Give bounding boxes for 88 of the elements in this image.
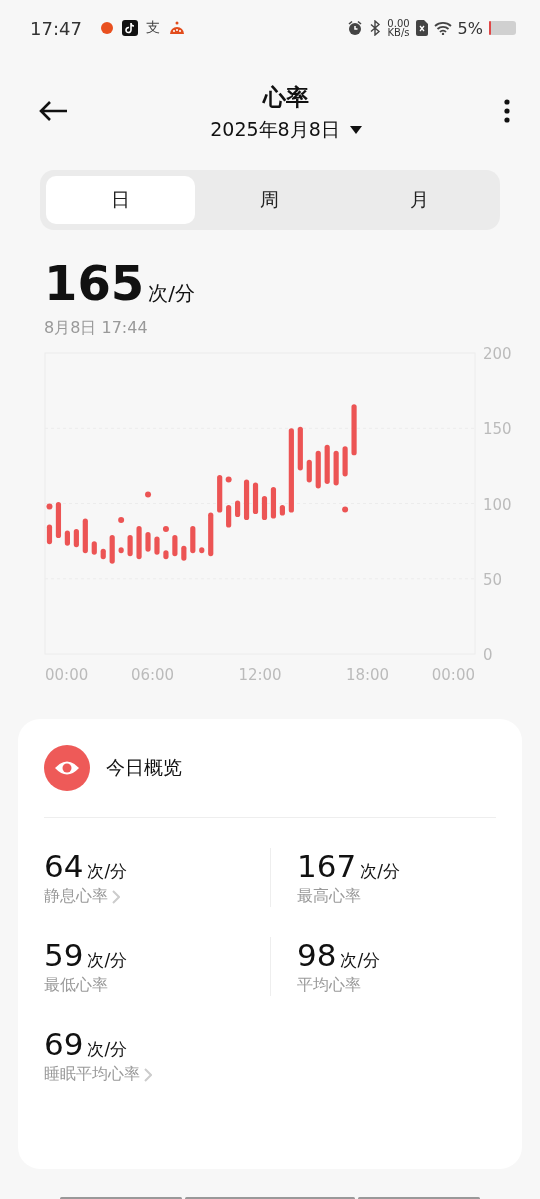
range-bar bbox=[333, 450, 339, 486]
range-bar bbox=[64, 530, 70, 546]
range-bar bbox=[136, 526, 142, 560]
battery-icon bbox=[489, 21, 516, 35]
y-axis-label: 0 bbox=[483, 646, 493, 664]
range-bar bbox=[163, 550, 169, 560]
x-axis-label: 06:00 bbox=[130, 666, 175, 684]
range-bar bbox=[100, 548, 106, 560]
range-bar bbox=[109, 535, 115, 564]
y-axis-label: 150 bbox=[483, 420, 512, 439]
range-bar bbox=[145, 532, 151, 552]
more-vertical-icon bbox=[504, 98, 510, 123]
range-bar bbox=[208, 512, 214, 557]
period-tab[interactable]: 周 bbox=[195, 176, 345, 224]
unit-label: 次/分 bbox=[148, 280, 195, 307]
heart-rate-value: 165 bbox=[44, 256, 145, 310]
data-point bbox=[225, 476, 232, 483]
clock-time: 17:47 bbox=[30, 17, 82, 39]
range-bar bbox=[172, 535, 178, 557]
x-axis-label: 18:00 bbox=[345, 666, 390, 684]
stat-value: 69 bbox=[44, 1026, 84, 1062]
date-picker[interactable]: 2025年8月8日 bbox=[210, 116, 362, 143]
network-speed: 0.00 bbox=[387, 19, 410, 28]
notification-glyph: 支 bbox=[145, 19, 160, 37]
network-speed-unit: KB/s bbox=[387, 28, 410, 37]
range-bar bbox=[82, 518, 88, 554]
y-axis-label: 100 bbox=[483, 495, 512, 514]
caret-icon bbox=[349, 125, 362, 134]
stat-value: 167 bbox=[297, 848, 357, 884]
app-notification-icon bbox=[99, 21, 114, 35]
x-axis-label: 00:00 bbox=[45, 666, 89, 684]
range-bar bbox=[118, 547, 124, 554]
range-bar bbox=[243, 479, 250, 521]
range-bar bbox=[351, 404, 357, 456]
stat-value: 59 bbox=[44, 937, 84, 973]
range-bar bbox=[199, 547, 205, 554]
range-bar bbox=[315, 450, 321, 489]
unit-label: 次/分 bbox=[87, 860, 128, 883]
range-bar bbox=[306, 459, 312, 483]
stat-value: 98 bbox=[297, 937, 337, 973]
stat-label: 最低心率 bbox=[44, 975, 108, 996]
page-title: 心率 bbox=[263, 82, 309, 112]
range-bar bbox=[127, 535, 133, 557]
music-note-icon bbox=[121, 20, 138, 36]
bluetooth-icon bbox=[369, 20, 382, 36]
range-bar bbox=[217, 474, 223, 513]
range-bar bbox=[226, 505, 232, 528]
period-tab[interactable]: 月 bbox=[344, 176, 494, 224]
x-axis-label: 00:00 bbox=[431, 666, 475, 684]
x-axis-label: 12:00 bbox=[238, 666, 282, 684]
range-bar bbox=[190, 526, 196, 554]
stat-value: 64 bbox=[44, 848, 84, 884]
range-bar bbox=[252, 482, 259, 515]
app-notification-icon bbox=[167, 20, 186, 36]
range-bar bbox=[181, 545, 187, 561]
data-point bbox=[118, 517, 125, 524]
measurement-time: 8月8日 17:44 bbox=[44, 318, 148, 339]
range-bar bbox=[261, 496, 268, 521]
wifi-icon bbox=[433, 21, 452, 35]
data-point bbox=[145, 491, 151, 498]
range-bar bbox=[154, 536, 160, 555]
stat-label: 最高心率 bbox=[297, 886, 361, 907]
range-bar bbox=[279, 505, 285, 516]
data-point bbox=[342, 506, 349, 513]
range-bar bbox=[46, 524, 53, 545]
range-bar bbox=[324, 444, 330, 484]
unit-label: 次/分 bbox=[87, 1038, 128, 1061]
range-bar bbox=[73, 529, 79, 548]
range-bar bbox=[55, 502, 62, 539]
stat-label: 平均心率 bbox=[297, 975, 361, 996]
section-title: 今日概览 bbox=[106, 755, 182, 780]
y-axis-label: 200 bbox=[483, 347, 512, 363]
alarm-clock-icon bbox=[347, 20, 364, 36]
battery-percent: 5% bbox=[457, 18, 483, 38]
data-point bbox=[46, 503, 53, 510]
unit-label: 次/分 bbox=[360, 860, 400, 883]
unit-label: 次/分 bbox=[340, 949, 381, 972]
range-bar bbox=[342, 446, 348, 477]
range-bar bbox=[91, 541, 97, 555]
eye-icon bbox=[44, 745, 90, 791]
data-point bbox=[162, 526, 169, 533]
sim-card-icon bbox=[415, 20, 428, 36]
range-bar bbox=[270, 486, 277, 519]
range-bar bbox=[235, 500, 241, 518]
unit-label: 次/分 bbox=[87, 949, 128, 972]
range-bar bbox=[297, 426, 303, 471]
y-axis-label: 50 bbox=[483, 570, 503, 589]
period-tab[interactable]: 日 bbox=[46, 176, 196, 224]
